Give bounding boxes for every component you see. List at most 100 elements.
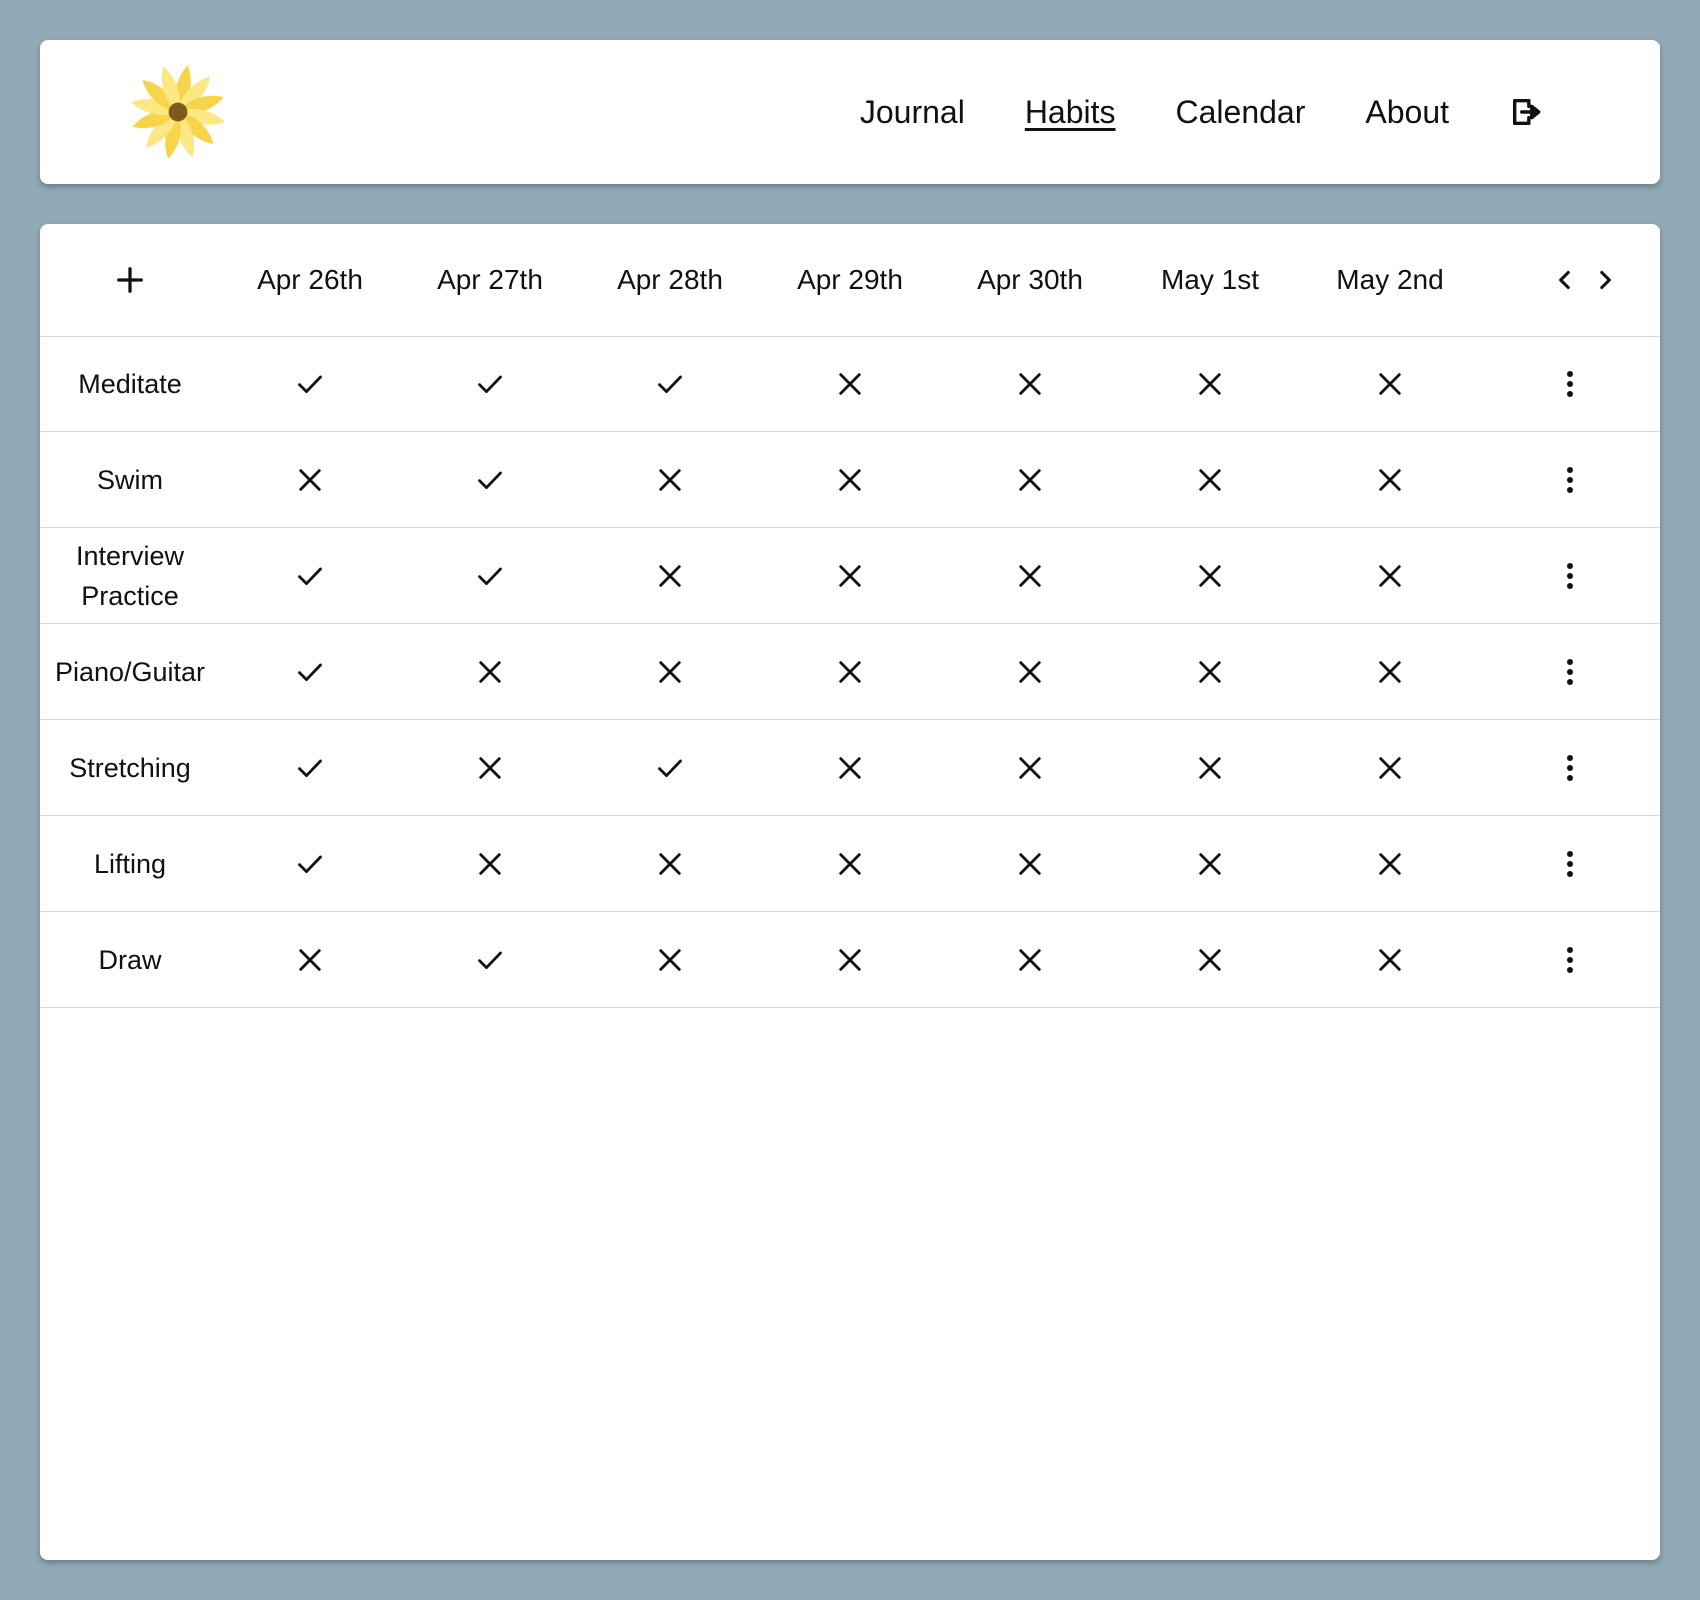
- habit-cell-not-done[interactable]: [1300, 624, 1480, 719]
- more-vertical-icon[interactable]: [1560, 561, 1580, 591]
- habit-name[interactable]: Interview Practice: [40, 528, 220, 623]
- habit-cell-done[interactable]: [400, 432, 580, 527]
- cross-icon: [839, 468, 861, 491]
- habit-cell-not-done[interactable]: [1120, 912, 1300, 1007]
- habit-cell-done[interactable]: [220, 720, 400, 815]
- habit-cell-done[interactable]: [400, 528, 580, 623]
- habit-menu-cell: [1480, 624, 1660, 719]
- habit-cell-not-done[interactable]: [940, 624, 1120, 719]
- habit-cell-not-done[interactable]: [940, 912, 1120, 1007]
- habit-cell-not-done[interactable]: [400, 816, 580, 911]
- nav-link-calendar[interactable]: Calendar: [1176, 94, 1306, 131]
- habit-cell-done[interactable]: [220, 528, 400, 623]
- nav-link-journal[interactable]: Journal: [860, 94, 965, 131]
- nav-link-habits[interactable]: Habits: [1025, 94, 1116, 131]
- habit-cell-not-done[interactable]: [400, 624, 580, 719]
- habit-cell-done[interactable]: [220, 624, 400, 719]
- cross-icon: [1379, 852, 1401, 875]
- nav-link-about[interactable]: About: [1365, 94, 1449, 131]
- habit-cell-done[interactable]: [580, 720, 760, 815]
- habit-cell-not-done[interactable]: [220, 912, 400, 1007]
- cross-icon: [479, 852, 501, 875]
- habit-name-label: Stretching: [69, 752, 191, 783]
- chevron-left-icon[interactable]: [1552, 267, 1578, 293]
- habit-name-label: Lifting: [93, 848, 167, 879]
- habit-cell-not-done[interactable]: [220, 432, 400, 527]
- habit-name-label: Swim: [97, 464, 163, 495]
- habit-cell-not-done[interactable]: [1300, 336, 1480, 431]
- habit-name[interactable]: Piano/Guitar: [40, 624, 220, 719]
- cross-icon: [1199, 372, 1221, 395]
- habit-name[interactable]: Swim: [40, 432, 220, 527]
- plus-icon[interactable]: [115, 265, 145, 295]
- date-header: May 1st: [1160, 264, 1260, 295]
- habit-menu-cell: [1480, 336, 1660, 431]
- habit-cell-not-done[interactable]: [760, 528, 940, 623]
- habit-cell-not-done[interactable]: [940, 528, 1120, 623]
- habit-cell-done[interactable]: [400, 912, 580, 1007]
- check-icon: [478, 567, 502, 585]
- habit-cell-not-done[interactable]: [1120, 624, 1300, 719]
- habit-cell-not-done[interactable]: [580, 912, 760, 1007]
- habit-cell-not-done[interactable]: [580, 816, 760, 911]
- habit-cell-not-done[interactable]: [1120, 432, 1300, 527]
- more-vertical-icon[interactable]: [1560, 945, 1580, 975]
- habit-cell-not-done[interactable]: [940, 432, 1120, 527]
- habit-name[interactable]: Meditate: [40, 336, 220, 431]
- habit-row: Meditate: [40, 336, 1660, 432]
- habit-cell-not-done[interactable]: [940, 720, 1120, 815]
- habit-cell-not-done[interactable]: [1120, 816, 1300, 911]
- more-vertical-icon[interactable]: [1560, 465, 1580, 495]
- habit-cell-done[interactable]: [400, 336, 580, 431]
- habit-row: Stretching: [40, 720, 1660, 816]
- sunflower-icon[interactable]: [126, 60, 230, 164]
- habit-cell-not-done[interactable]: [580, 432, 760, 527]
- habit-cell-not-done[interactable]: [760, 624, 940, 719]
- more-vertical-icon[interactable]: [1560, 849, 1580, 879]
- habit-cell-not-done[interactable]: [580, 528, 760, 623]
- week-navigation: [1510, 224, 1660, 336]
- habit-cell-not-done[interactable]: [400, 720, 580, 815]
- habit-cell-not-done[interactable]: [760, 336, 940, 431]
- habit-name[interactable]: Lifting: [40, 816, 220, 911]
- habit-menu-cell: [1480, 912, 1660, 1007]
- habit-cell-not-done[interactable]: [1120, 720, 1300, 815]
- habit-name[interactable]: Stretching: [40, 720, 220, 815]
- habit-cell-not-done[interactable]: [580, 624, 760, 719]
- habit-cell-not-done[interactable]: [1300, 720, 1480, 815]
- check-icon: [298, 375, 322, 393]
- habit-cell-not-done[interactable]: [1300, 432, 1480, 527]
- cross-icon: [839, 660, 861, 683]
- cross-icon: [1019, 564, 1041, 587]
- cross-icon: [839, 756, 861, 779]
- check-icon: [478, 375, 502, 393]
- habit-cell-not-done[interactable]: [760, 816, 940, 911]
- check-icon: [658, 375, 682, 393]
- more-vertical-icon[interactable]: [1560, 657, 1580, 687]
- chevron-right-icon[interactable]: [1592, 267, 1618, 293]
- habit-cell-not-done[interactable]: [940, 336, 1120, 431]
- habit-cell-not-done[interactable]: [1300, 912, 1480, 1007]
- habit-cell-not-done[interactable]: [760, 720, 940, 815]
- habit-name-label: Piano/Guitar: [54, 656, 206, 687]
- habit-cell-done[interactable]: [580, 336, 760, 431]
- habit-cell-not-done[interactable]: [1120, 528, 1300, 623]
- cross-icon: [659, 468, 681, 491]
- habit-cell-not-done[interactable]: [1300, 816, 1480, 911]
- cross-icon: [1019, 468, 1041, 491]
- habit-cell-not-done[interactable]: [1300, 528, 1480, 623]
- more-vertical-icon[interactable]: [1560, 753, 1580, 783]
- habit-cell-not-done[interactable]: [1120, 336, 1300, 431]
- cross-icon: [299, 948, 321, 971]
- habit-name[interactable]: Draw: [40, 912, 220, 1007]
- habit-cell-not-done[interactable]: [940, 816, 1120, 911]
- habit-cell-done[interactable]: [220, 336, 400, 431]
- more-vertical-icon[interactable]: [1560, 369, 1580, 399]
- logout-icon[interactable]: [1509, 95, 1543, 129]
- habit-cell-not-done[interactable]: [760, 912, 940, 1007]
- date-header: Apr 30th: [977, 264, 1083, 295]
- habit-cell-done[interactable]: [220, 816, 400, 911]
- habit-menu-cell: [1480, 720, 1660, 815]
- flower-center: [168, 102, 188, 122]
- habit-cell-not-done[interactable]: [760, 432, 940, 527]
